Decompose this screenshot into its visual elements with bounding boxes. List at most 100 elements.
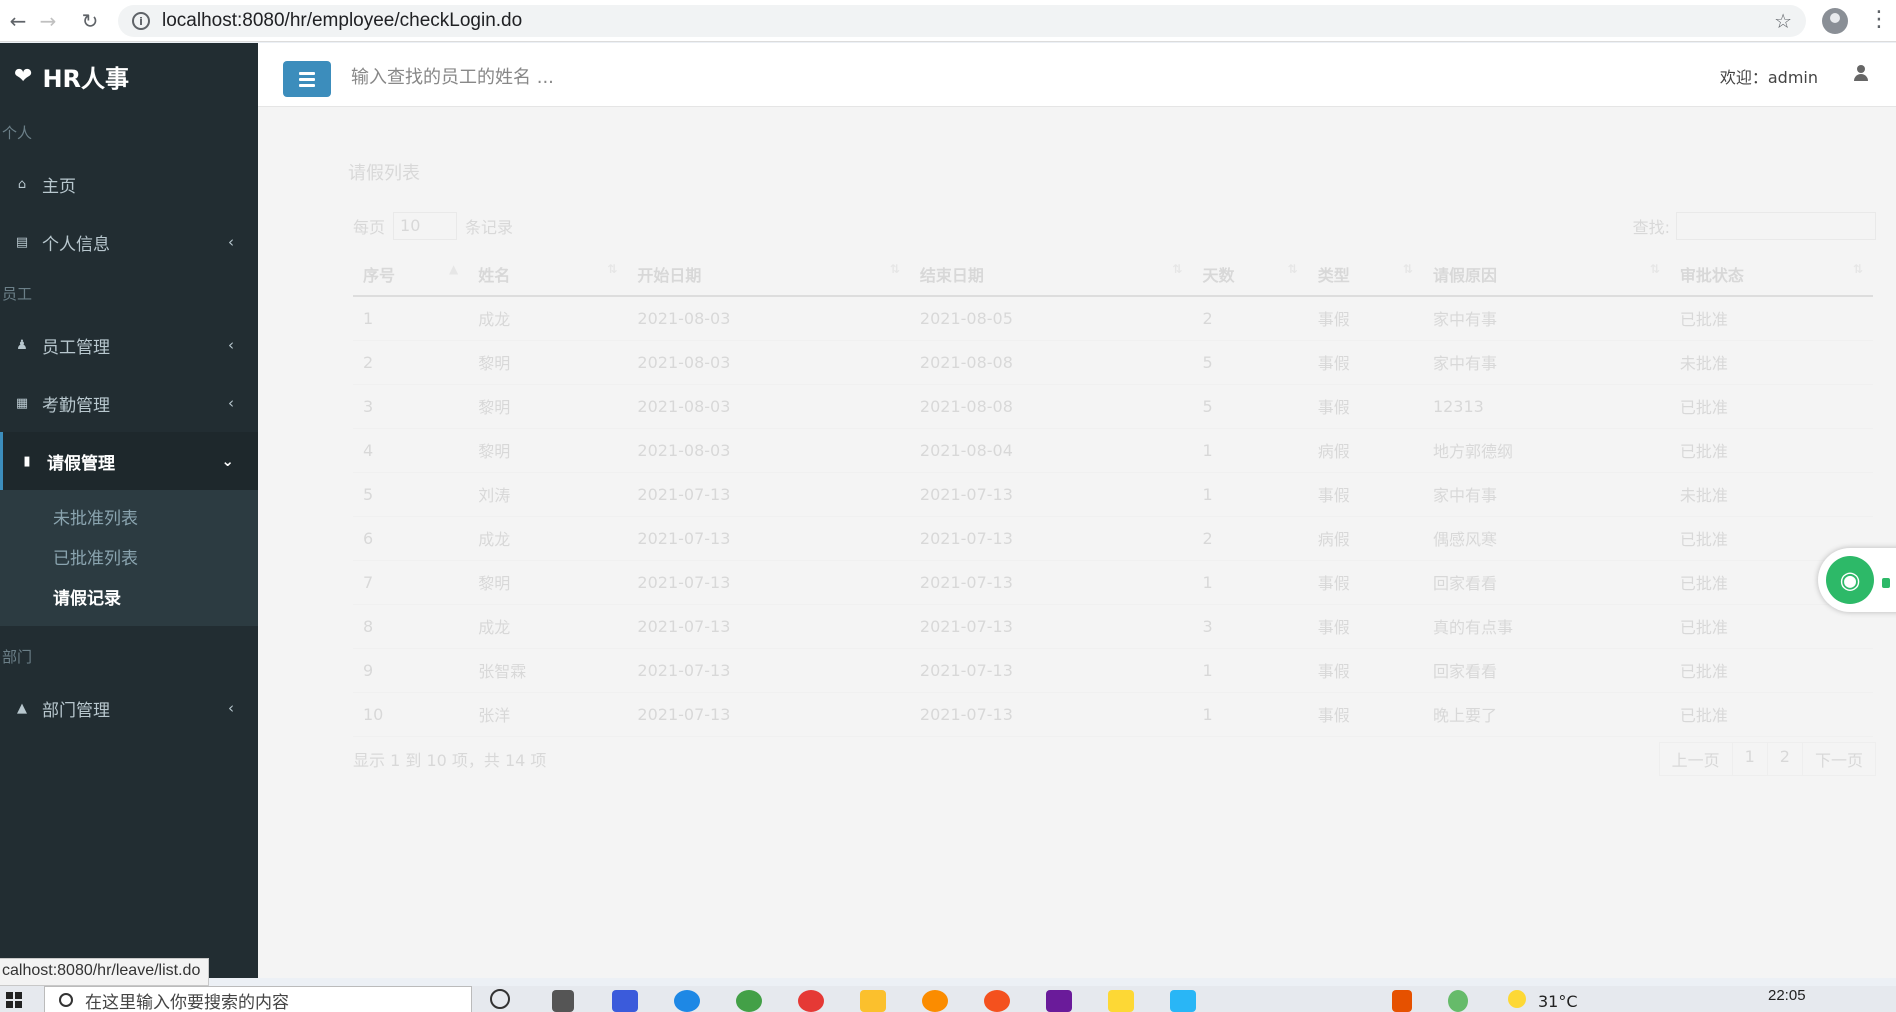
page-length-select[interactable]: 10 (393, 212, 458, 240)
pagination-page-2[interactable]: 2 (1766, 742, 1803, 776)
table-cell: 2021-08-03 (627, 296, 910, 341)
table-row: 5 刘涛 2021-07-13 2021-07-13 1 事假 家中有事 未批准 (353, 472, 1873, 517)
table-cell: 6 (353, 516, 469, 561)
column-header-label: 序号 (363, 265, 396, 285)
taskbar-search-box[interactable]: 在这里输入你要搜索的内容 (44, 986, 472, 1012)
page-title: 请假列表 (348, 163, 420, 184)
table-cell: 4 (353, 428, 469, 473)
table-row: 2 黎明 2021-08-03 2021-08-08 5 事假 家中有事 未批准 (353, 340, 1873, 385)
table-cell: 事假 (1307, 384, 1423, 429)
forward-icon[interactable]: → (30, 3, 66, 39)
table-cell: 2021-07-13 (909, 472, 1193, 517)
table-cell: 2021-08-04 (909, 428, 1193, 473)
pagination-next[interactable]: 下一页 (1801, 742, 1876, 776)
chrome-icon[interactable] (798, 990, 824, 1012)
leave-list-box: 请假列表 每页 10 条记录 查找: 序号 ▲ 姓名 ⇅ 开始日期 ⇅ 结束日期 ⇅ 天数 ⇅ 类型… (328, 137, 1896, 837)
sidebar-item-home[interactable]: ⌂ 主页 (0, 155, 258, 213)
submenu-item-approved[interactable]: 已批准列表 (0, 536, 258, 576)
column-header[interactable]: 审批状态 ⇅ (1669, 252, 1873, 297)
table-cell: 张智霖 (468, 648, 628, 693)
info-icon[interactable]: i (132, 12, 150, 30)
table-search-input[interactable] (1676, 212, 1876, 240)
user-icon[interactable] (1854, 65, 1868, 81)
table-cell: 2021-08-08 (909, 340, 1193, 385)
table-cell: 已批准 (1669, 296, 1873, 341)
table-cell: 5 (1192, 340, 1308, 385)
task-view-icon[interactable] (552, 990, 574, 1012)
column-header-label: 请假原因 (1432, 265, 1497, 285)
leave-submenu: 未批准列表 已批准列表 请假记录 (0, 490, 258, 626)
table-cell: 刘涛 (468, 472, 628, 517)
network-icon[interactable] (1448, 990, 1468, 1012)
sidebar-item-dept-mgmt[interactable]: ▲ 部门管理 ‹ (0, 679, 258, 737)
submenu-item-records[interactable]: 请假记录 (0, 576, 258, 616)
table-cell: 2021-07-13 (909, 648, 1193, 693)
photos-icon[interactable] (1170, 990, 1196, 1012)
table-row: 10 张洋 2021-07-13 2021-07-13 1 事假 晚上要了 已批准 (353, 692, 1873, 737)
search-icon (59, 993, 73, 1007)
windows-start-icon[interactable] (6, 992, 22, 1008)
app-logo[interactable]: ❤ HR人事 (0, 43, 258, 110)
table-cell: 成龙 (468, 296, 628, 341)
table-cell: 7 (353, 560, 469, 605)
sidebar-item-leave-mgmt[interactable]: ▮ 请假管理 ⌄ (0, 432, 258, 490)
section-header-employee: 员工 (2, 285, 33, 303)
cortana-icon[interactable] (490, 989, 510, 1009)
sort-icon: ⇅ (1172, 261, 1183, 276)
column-header[interactable]: 姓名 ⇅ (468, 252, 628, 297)
column-header[interactable]: 结束日期 ⇅ (909, 252, 1193, 297)
wifi-floating-widget[interactable]: ◉ (1818, 548, 1896, 612)
table-row: 1 成龙 2021-08-03 2021-08-05 2 事假 家中有事 已批准 (353, 296, 1873, 341)
folder-icon[interactable] (860, 990, 886, 1012)
chevron-left-icon: ‹ (228, 699, 234, 717)
table-cell: 2021-07-13 (627, 648, 910, 693)
browser-icon-2[interactable] (736, 990, 762, 1012)
home-icon: ⌂ (17, 176, 27, 192)
column-header-label: 天数 (1202, 265, 1235, 285)
column-header[interactable]: 天数 ⇅ (1192, 252, 1308, 297)
app-icon-orange-2[interactable] (984, 990, 1010, 1012)
table-cell: 事假 (1307, 692, 1423, 737)
column-header[interactable]: 开始日期 ⇅ (627, 252, 910, 297)
sidebar-item-personal-info[interactable]: ▤ 个人信息 ‹ (0, 213, 258, 271)
sidebar-item-employee-mgmt[interactable]: ♟ 员工管理 ‹ (0, 316, 258, 374)
table-cell: 地方郭德纲 (1422, 428, 1670, 473)
weather-icon[interactable] (1508, 990, 1526, 1008)
address-bar[interactable]: i localhost:8080/hr/employee/checkLogin.… (118, 5, 1806, 37)
table-cell: 2021-08-03 (627, 340, 910, 385)
app-icon-yellow[interactable] (1108, 990, 1134, 1012)
table-cell: 晚上要了 (1422, 692, 1670, 737)
table-cell: 2021-07-13 (627, 516, 910, 561)
intellij-icon[interactable] (1046, 990, 1072, 1012)
app-icon-1[interactable] (612, 990, 638, 1012)
table-header-row: 序号 ▲ 姓名 ⇅ 开始日期 ⇅ 结束日期 ⇅ 天数 ⇅ 类型 ⇅ 请假原因 ⇅ 审批状态 ⇅ (353, 252, 1873, 297)
bookmark-star-icon[interactable]: ☆ (1774, 9, 1792, 33)
table-cell: 家中有事 (1422, 340, 1670, 385)
id-card-icon: ▤ (15, 234, 29, 250)
sidebar-item-attendance-mgmt[interactable]: ▦ 考勤管理 ‹ (0, 374, 258, 432)
sidebar-item-label: 个人信息 (42, 234, 110, 255)
temperature-text: 31°C (1538, 992, 1578, 1011)
column-header-label: 姓名 (478, 265, 511, 285)
pagination-prev[interactable]: 上一页 (1658, 742, 1733, 776)
pagination-page-1[interactable]: 1 (1731, 742, 1768, 776)
table-cell: 1 (1192, 472, 1308, 517)
sidebar-toggle-button[interactable] (283, 61, 331, 97)
edge-icon[interactable] (674, 990, 700, 1012)
html5-icon[interactable] (1392, 990, 1412, 1012)
table-cell: 事假 (1307, 560, 1423, 605)
profile-avatar-icon[interactable] (1822, 8, 1848, 34)
table-cell: 家中有事 (1422, 296, 1670, 341)
app-icon-orange-1[interactable] (922, 990, 948, 1012)
page-length-suffix: 条记录 (465, 218, 514, 237)
chevron-left-icon: ‹ (228, 233, 234, 251)
employee-search-input[interactable] (351, 57, 951, 97)
column-header[interactable]: 类型 ⇅ (1307, 252, 1423, 297)
column-header[interactable]: 请假原因 ⇅ (1422, 252, 1670, 297)
sitemap-icon: ▲ (17, 700, 27, 716)
column-header[interactable]: 序号 ▲ (353, 252, 469, 297)
browser-menu-icon[interactable]: ⋮ (1868, 8, 1890, 32)
submenu-item-unapproved[interactable]: 未批准列表 (0, 496, 258, 536)
table-cell: 真的有点事 (1422, 604, 1670, 649)
reload-icon[interactable]: ↻ (72, 3, 108, 39)
